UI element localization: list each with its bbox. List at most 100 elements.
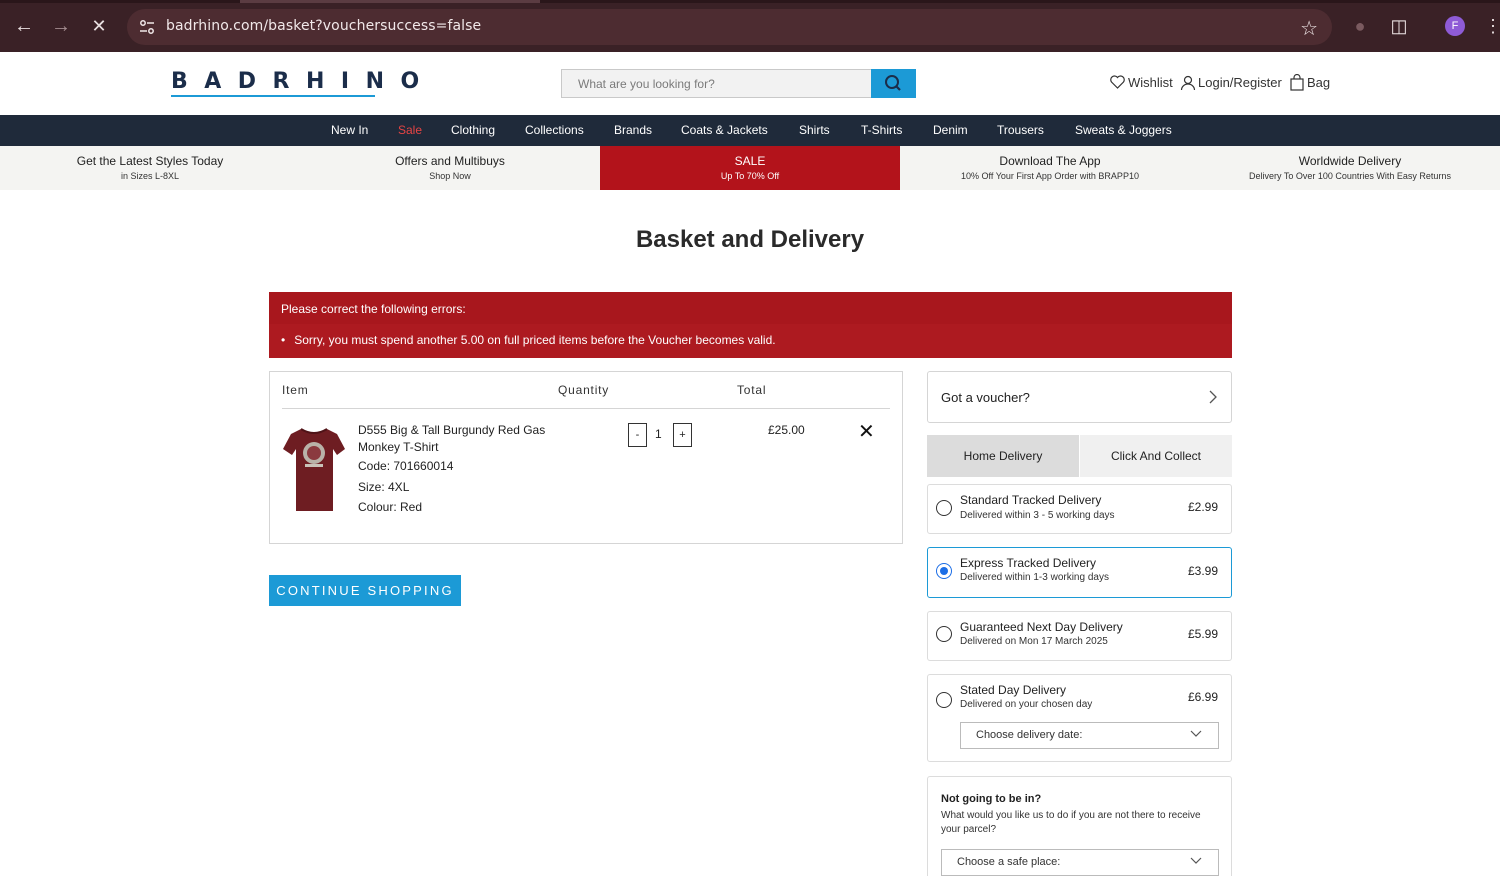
quantity-decrease-button[interactable]: - bbox=[628, 423, 647, 447]
nav-item-t-shirts[interactable]: T-Shirts bbox=[861, 123, 902, 137]
option-eta: Delivered within 1-3 working days bbox=[960, 572, 1109, 583]
tab-click-and-collect[interactable]: Click And Collect bbox=[1080, 435, 1232, 477]
extension-icon[interactable]: ● bbox=[1348, 14, 1372, 38]
option-price: £6.99 bbox=[1187, 690, 1218, 704]
error-message: Sorry, you must spend another 5.00 on fu… bbox=[281, 333, 775, 347]
nav-item-collections[interactable]: Collections bbox=[525, 123, 584, 137]
promo-title: SALE bbox=[734, 154, 766, 168]
promo-app[interactable]: Download The App 10% Off Your First App … bbox=[900, 146, 1200, 190]
product-image[interactable] bbox=[283, 425, 345, 515]
wishlist-link[interactable]: Wishlist bbox=[1109, 74, 1173, 90]
logo[interactable]: BADRHINO bbox=[171, 69, 436, 94]
back-icon[interactable]: ← bbox=[12, 14, 36, 38]
nav-item-sweats-joggers[interactable]: Sweats & Joggers bbox=[1075, 123, 1172, 137]
line-total: £25.00 bbox=[768, 423, 805, 437]
option-name: Guaranteed Next Day Delivery bbox=[960, 620, 1123, 634]
header-divider bbox=[282, 408, 890, 409]
product-name[interactable]: D555 Big & Tall Burgundy Red Gas Monkey … bbox=[358, 422, 548, 456]
promo-offers[interactable]: Offers and Multibuys Shop Now bbox=[300, 146, 600, 190]
promo-subtitle: Up To 70% Off bbox=[720, 171, 780, 181]
heart-icon bbox=[1110, 75, 1125, 89]
nav-item-brands[interactable]: Brands bbox=[614, 123, 652, 137]
promo-styles[interactable]: Get the Latest Styles Today in Sizes L-8… bbox=[0, 146, 300, 190]
delivery-date-select[interactable]: Choose delivery date: bbox=[960, 722, 1219, 749]
promo-title: Download The App bbox=[999, 154, 1101, 168]
error-box: Please correct the following errors: Sor… bbox=[269, 292, 1232, 358]
voucher-label: Got a voucher? bbox=[941, 390, 1030, 405]
page-title: Basket and Delivery bbox=[635, 226, 865, 253]
radio-next-day[interactable] bbox=[936, 626, 952, 642]
option-eta: Delivered on Mon 17 March 2025 bbox=[960, 636, 1108, 647]
product-code: Code: 701660014 bbox=[358, 459, 454, 473]
delivery-tabs: Home Delivery Click And Collect bbox=[927, 435, 1232, 477]
delivery-date-placeholder: Choose delivery date: bbox=[976, 729, 1083, 741]
promo-subtitle: in Sizes L-8XL bbox=[120, 171, 180, 181]
login-label: Login/Register bbox=[1198, 75, 1282, 90]
product-size: Size: 4XL bbox=[358, 480, 410, 494]
voucher-toggle[interactable]: Got a voucher? bbox=[927, 371, 1232, 423]
promo-worldwide[interactable]: Worldwide Delivery Delivery To Over 100 … bbox=[1200, 146, 1500, 190]
delivery-option-standard[interactable]: Standard Tracked Delivery Delivered with… bbox=[927, 484, 1232, 534]
option-name: Stated Day Delivery bbox=[960, 683, 1067, 697]
promo-sale[interactable]: SALE Up To 70% Off bbox=[600, 146, 900, 190]
site-settings-icon[interactable] bbox=[137, 17, 157, 37]
nav-item-clothing[interactable]: Clothing bbox=[451, 123, 495, 137]
address-bar[interactable]: badrhino.com/basket?vouchersuccess=false… bbox=[127, 9, 1332, 45]
promo-bar: Get the Latest Styles Today in Sizes L-8… bbox=[0, 146, 1500, 190]
search-button[interactable] bbox=[871, 69, 916, 98]
radio-stated-day[interactable] bbox=[936, 692, 952, 708]
delivery-option-stated-day[interactable]: Stated Day Delivery Delivered on your ch… bbox=[927, 674, 1232, 762]
promo-title: Get the Latest Styles Today bbox=[76, 154, 224, 168]
search-icon bbox=[885, 75, 901, 91]
stop-loading-icon[interactable]: ✕ bbox=[87, 14, 111, 38]
nav-item-coats-jackets[interactable]: Coats & Jackets bbox=[681, 123, 768, 137]
logo-underline bbox=[171, 95, 375, 97]
login-register-link[interactable]: Login/Register bbox=[1180, 74, 1282, 91]
nav-item-shirts[interactable]: Shirts bbox=[799, 123, 830, 137]
quantity-value: 1 bbox=[655, 427, 662, 441]
tab-home-delivery[interactable]: Home Delivery bbox=[927, 435, 1079, 477]
column-header-quantity: Quantity bbox=[558, 383, 610, 397]
category-nav: New In Sale Clothing Collections Brands … bbox=[0, 115, 1500, 146]
chevron-down-icon bbox=[1190, 857, 1202, 864]
url-text[interactable]: badrhino.com/basket?vouchersuccess=false bbox=[166, 18, 481, 34]
bookmark-star-icon[interactable]: ☆ bbox=[1300, 16, 1318, 41]
nav-item-trousers[interactable]: Trousers bbox=[997, 123, 1044, 137]
nav-item-denim[interactable]: Denim bbox=[933, 123, 968, 137]
menu-kebab-icon[interactable]: ⋮ bbox=[1484, 14, 1500, 38]
column-header-total: Total bbox=[737, 383, 767, 397]
promo-subtitle: 10% Off Your First App Order with BRAPP1… bbox=[961, 171, 1139, 181]
product-colour: Colour: Red bbox=[358, 500, 423, 514]
safe-place-panel: Not going to be in? What would you like … bbox=[927, 776, 1232, 876]
remove-item-close-icon[interactable]: ✕ bbox=[858, 422, 875, 442]
promo-subtitle: Shop Now bbox=[429, 171, 471, 181]
option-name: Standard Tracked Delivery bbox=[960, 493, 1102, 507]
delivery-option-next-day[interactable]: Guaranteed Next Day Delivery Delivered o… bbox=[927, 611, 1232, 661]
continue-shopping-button[interactable]: CONTINUE SHOPPING bbox=[269, 575, 461, 606]
option-price: £5.99 bbox=[1187, 627, 1218, 641]
column-header-item: Item bbox=[282, 383, 309, 397]
option-eta: Delivered within 3 - 5 working days bbox=[960, 510, 1115, 521]
extensions-puzzle-icon[interactable]: ◫ bbox=[1387, 14, 1411, 38]
forward-icon[interactable]: → bbox=[49, 14, 73, 38]
basket-table: Item Quantity Total D555 Big & Tall Burg… bbox=[269, 371, 903, 544]
radio-express[interactable] bbox=[936, 563, 952, 579]
chevron-down-icon bbox=[1190, 730, 1202, 737]
promo-title: Offers and Multibuys bbox=[395, 154, 505, 168]
safe-place-placeholder: Choose a safe place: bbox=[957, 856, 1061, 868]
option-name: Express Tracked Delivery bbox=[960, 556, 1097, 570]
delivery-option-express[interactable]: Express Tracked Delivery Delivered withi… bbox=[927, 547, 1232, 598]
safe-place-select[interactable]: Choose a safe place: bbox=[941, 849, 1219, 876]
profile-avatar[interactable]: F bbox=[1445, 16, 1465, 36]
wishlist-label: Wishlist bbox=[1128, 74, 1173, 90]
search-input[interactable] bbox=[562, 70, 871, 97]
promo-title: Worldwide Delivery bbox=[1298, 154, 1402, 168]
safe-place-question: Not going to be in? bbox=[941, 793, 1042, 805]
bag-link[interactable]: Bag bbox=[1289, 74, 1330, 91]
bag-label: Bag bbox=[1307, 75, 1331, 90]
radio-standard[interactable] bbox=[936, 500, 952, 516]
nav-item-sale[interactable]: Sale bbox=[398, 123, 422, 137]
site-header: BADRHINO Wishlist Login/Register Bag bbox=[0, 52, 1500, 115]
quantity-increase-button[interactable]: + bbox=[673, 423, 692, 447]
nav-item-new-in[interactable]: New In bbox=[331, 123, 368, 137]
